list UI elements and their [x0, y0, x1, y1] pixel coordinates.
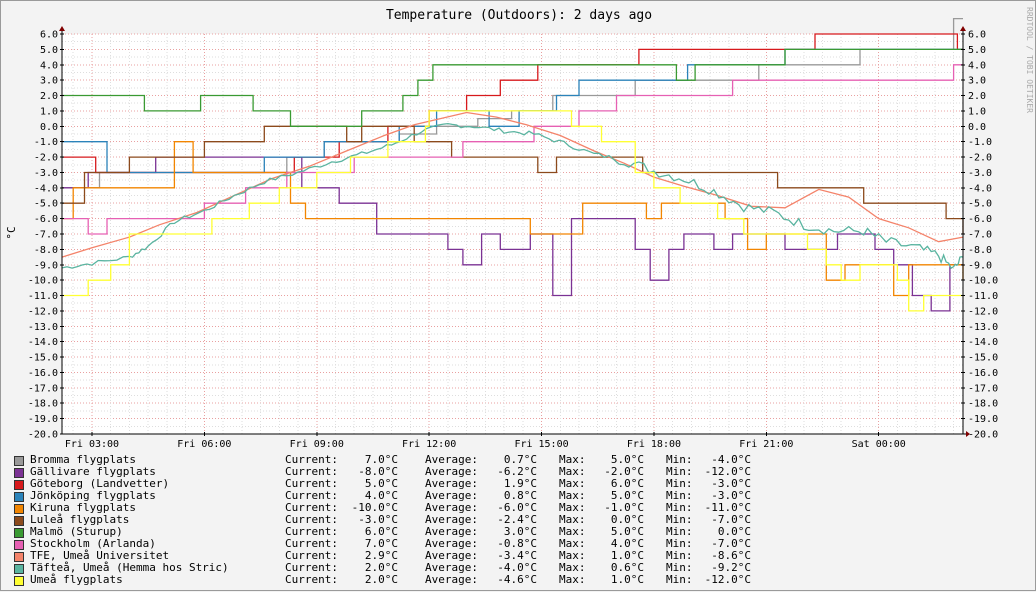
legend-swatch-icon: [14, 564, 24, 574]
y-tick-label-right: -15.0: [968, 353, 998, 364]
y-tick-label: -18.0: [28, 399, 58, 410]
legend-swatch-icon: [14, 528, 24, 538]
legend-swatch-icon: [14, 480, 24, 490]
y-tick-label: -20.0: [28, 430, 58, 441]
y-tick-label-right: 6.0: [968, 30, 986, 41]
graph-frame: Temperature (Outdoors): 2 days ago °C RR…: [0, 0, 1036, 591]
y-tick-label-right: 3.0: [968, 76, 986, 87]
x-tick-label: Fri 03:00: [65, 439, 119, 450]
y-tick-label: -9.0: [34, 260, 58, 271]
x-tick-label: Fri 12:00: [402, 439, 456, 450]
y-tick-label-right: -4.0: [968, 183, 992, 194]
y-tick-label-right: -12.0: [968, 306, 998, 317]
x-tick-label: Fri 15:00: [514, 439, 568, 450]
y-tick-label: -7.0: [34, 230, 58, 241]
y-tick-label-right: 1.0: [968, 106, 986, 117]
y-tick-label-right: -1.0: [968, 137, 992, 148]
legend-max-label: Max:: [559, 573, 586, 586]
y-tick-label: -15.0: [28, 353, 58, 364]
y-tick-label: -16.0: [28, 368, 58, 379]
legend-swatch-icon: [14, 552, 24, 562]
x-tick-label: Fri 09:00: [290, 439, 344, 450]
rrdtool-watermark: RRDTOOL / TOBI OETIKER: [1025, 7, 1034, 113]
x-tick-label: Fri 18:00: [627, 439, 681, 450]
legend-row: Umeå flygplats Current: 2.0°C Average: -4.6°…: [14, 574, 1014, 586]
legend-series-name: Umeå flygplats: [30, 573, 123, 586]
y-tick-label: -14.0: [28, 337, 58, 348]
y-tick-label-right: -3.0: [968, 168, 992, 179]
legend-current-label: Current:: [285, 573, 338, 586]
y-tick-label: 3.0: [40, 76, 58, 87]
y-tick-label-right: -17.0: [968, 383, 998, 394]
chart-title: Temperature (Outdoors): 2 days ago: [386, 8, 652, 23]
y-tick-label-right: 4.0: [968, 60, 986, 71]
legend-swatch-icon: [14, 504, 24, 514]
y-tick-label: -6.0: [34, 214, 58, 225]
legend-average-label: Average:: [425, 573, 478, 586]
legend-min-value: -12.0°C: [704, 573, 751, 586]
legend-swatch-icon: [14, 516, 24, 526]
y-tick-label-right: 2.0: [968, 91, 986, 102]
y-tick-label-right: -10.0: [968, 276, 998, 287]
legend-current-value: 2.0°C: [364, 573, 398, 586]
legend-swatch-icon: [14, 540, 24, 550]
x-tick-label: Sat 00:00: [852, 439, 906, 450]
legend-max-value: 1.0°C: [610, 573, 644, 586]
y-axis-arrow-icon: [59, 26, 65, 31]
y-tick-label: -13.0: [28, 322, 58, 333]
y-tick-label: 1.0: [40, 106, 58, 117]
y-tick-label-right: -20.0: [968, 430, 998, 441]
y-tick-label: 2.0: [40, 91, 58, 102]
y-tick-label-right: 5.0: [968, 45, 986, 56]
y-tick-label: -5.0: [34, 199, 58, 210]
legend-swatch-icon: [14, 492, 24, 502]
y-tick-label-right: -9.0: [968, 260, 992, 271]
y-tick-label-right: -7.0: [968, 230, 992, 241]
y-tick-label: 6.0: [40, 30, 58, 41]
legend-swatch-icon: [14, 456, 24, 466]
y-tick-label: -10.0: [28, 276, 58, 287]
y-tick-label-right: -11.0: [968, 291, 998, 302]
y-axis-label: °C: [5, 226, 18, 239]
legend-swatch-icon: [14, 576, 24, 586]
y-tick-label-right: -16.0: [968, 368, 998, 379]
x-tick-label: Fri 21:00: [739, 439, 793, 450]
legend-average-value: -4.6°C: [497, 573, 537, 586]
y-tick-label-right: -14.0: [968, 337, 998, 348]
y-tick-label-right: -8.0: [968, 245, 992, 256]
y-tick-label: -17.0: [28, 383, 58, 394]
legend-swatch-icon: [14, 468, 24, 478]
y-axis-arrow-right-icon: [960, 26, 966, 31]
y-tick-label: -2.0: [34, 153, 58, 164]
y-tick-label: 0.0: [40, 122, 58, 133]
legend-min-label: Min:: [666, 573, 693, 586]
y-tick-label-right: -13.0: [968, 322, 998, 333]
y-tick-label: 5.0: [40, 45, 58, 56]
y-tick-label: -12.0: [28, 306, 58, 317]
legend: Bromma flygplats Current: 7.0°C Average: 0.7…: [14, 454, 1014, 586]
y-tick-label-right: -19.0: [968, 414, 998, 425]
y-tick-label-right: -5.0: [968, 199, 992, 210]
y-tick-label-right: 0.0: [968, 122, 986, 133]
y-tick-label: -4.0: [34, 183, 58, 194]
y-tick-label: -19.0: [28, 414, 58, 425]
y-tick-label: -11.0: [28, 291, 58, 302]
y-tick-label: 4.0: [40, 60, 58, 71]
y-tick-label: -1.0: [34, 137, 58, 148]
y-tick-label-right: -2.0: [968, 153, 992, 164]
y-tick-label-right: -18.0: [968, 399, 998, 410]
y-tick-label-right: -6.0: [968, 214, 992, 225]
x-tick-label: Fri 06:00: [177, 439, 231, 450]
y-tick-label: -8.0: [34, 245, 58, 256]
y-tick-label: -3.0: [34, 168, 58, 179]
